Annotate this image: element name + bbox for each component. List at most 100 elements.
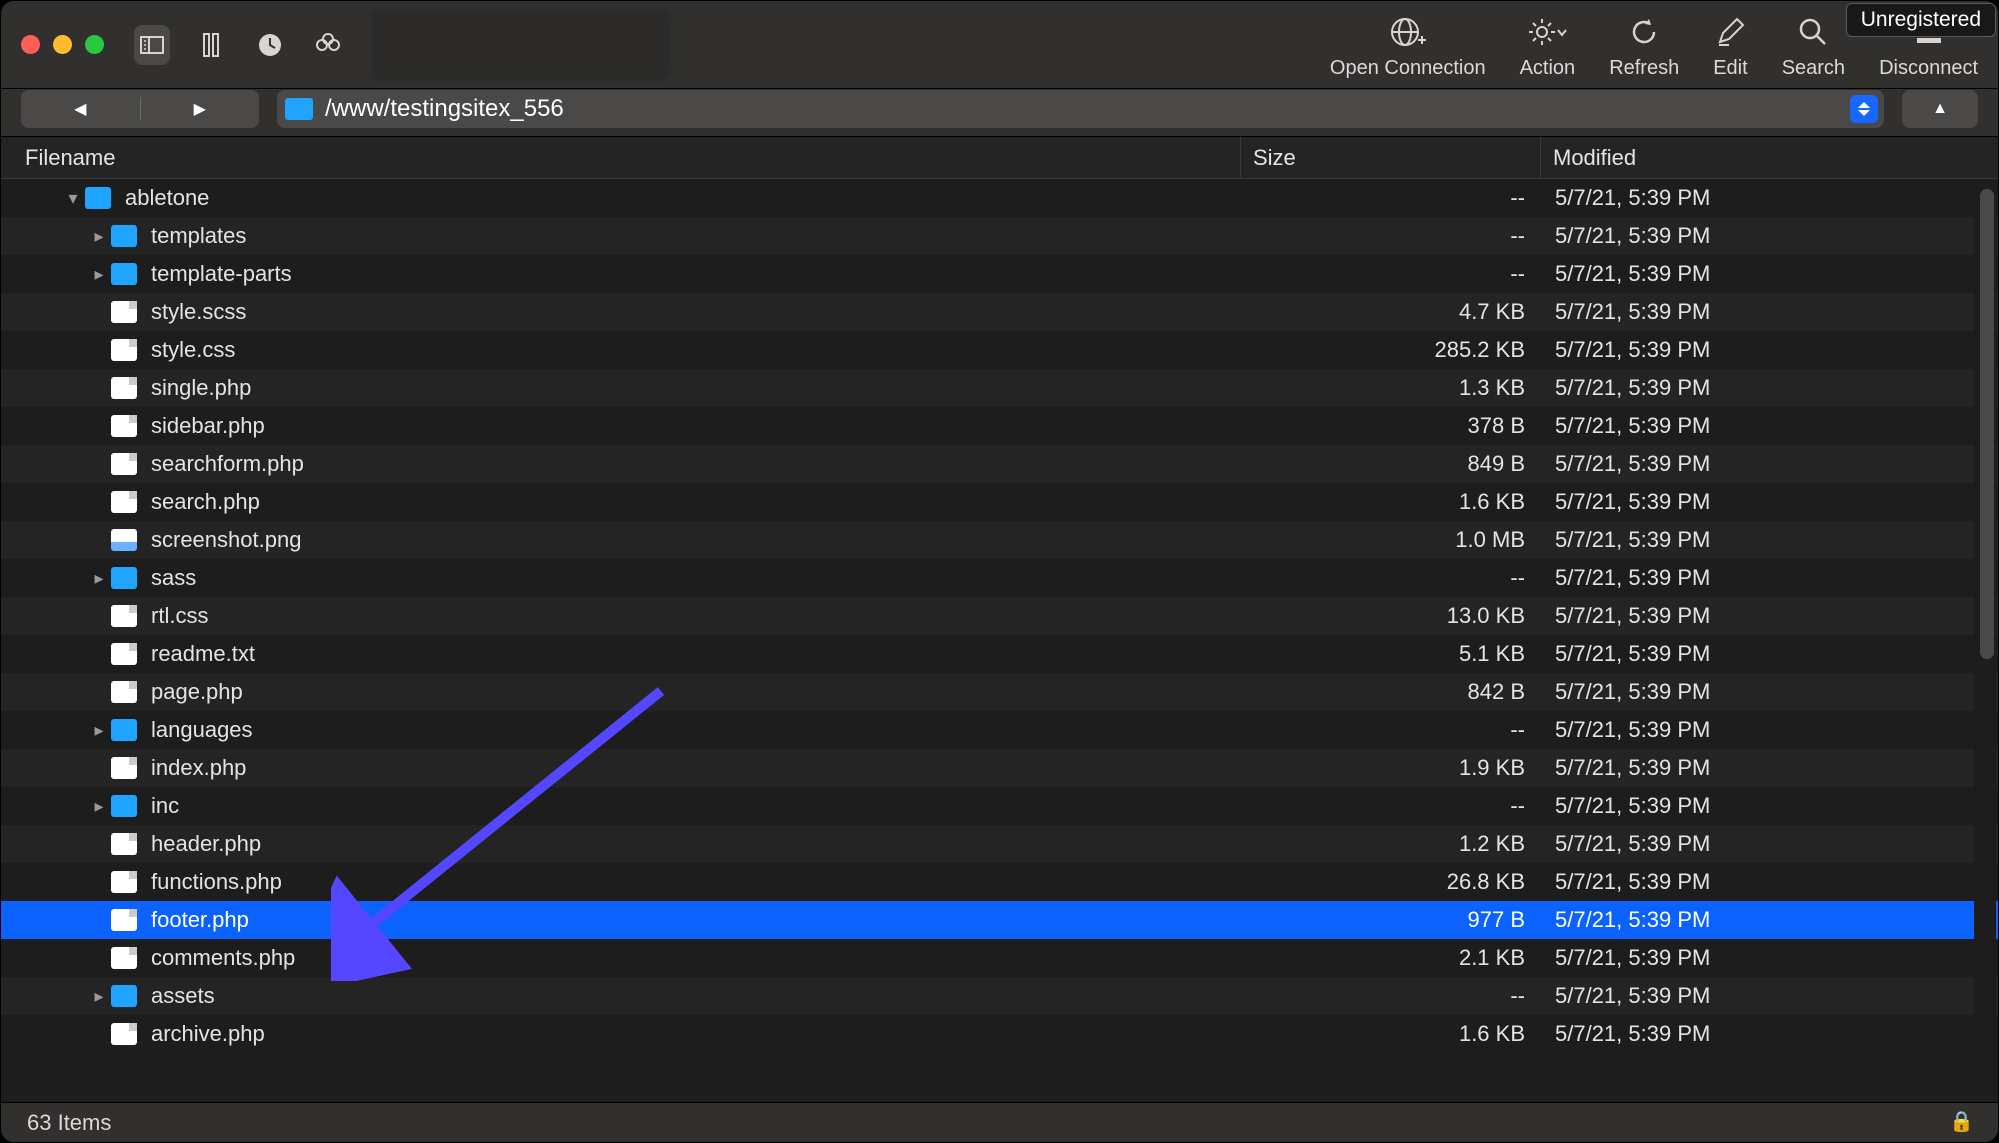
disclosure-chevron-icon[interactable]: ▸ (87, 226, 111, 247)
disclosure-chevron-icon[interactable]: ▾ (61, 188, 85, 209)
file-icon (111, 377, 137, 399)
refresh-button[interactable]: Refresh (1609, 15, 1679, 80)
disclosure-chevron-icon[interactable]: ▸ (87, 264, 111, 285)
file-row[interactable]: ▸header.php1.2 KB5/7/21, 5:39 PM (1, 825, 1998, 863)
file-row[interactable]: ▸footer.php977 B5/7/21, 5:39 PM (1, 901, 1998, 939)
disclosure-chevron-icon[interactable]: ▸ (87, 568, 111, 589)
image-file-icon (111, 529, 137, 551)
file-size: 2.1 KB (1241, 945, 1541, 971)
sidebar-toggle-segment[interactable] (134, 25, 170, 65)
go-up-button[interactable]: ▲ (1902, 90, 1978, 128)
edit-label: Edit (1713, 57, 1747, 80)
status-bar: 63 Items 🔒 (1, 1102, 1998, 1142)
path-field[interactable]: /www/testingsitex_556 (277, 90, 1884, 128)
action-button[interactable]: Action (1520, 15, 1576, 80)
path-text: /www/testingsitex_556 (325, 95, 564, 123)
file-name: readme.txt (151, 641, 255, 667)
history-icon[interactable] (252, 27, 288, 63)
disclosure-chevron-icon[interactable]: ▸ (87, 986, 111, 1007)
open-connection-button[interactable]: Open Connection (1330, 15, 1486, 80)
disclosure-chevron-icon[interactable]: ▸ (87, 720, 111, 741)
minimize-window-button[interactable] (53, 35, 72, 54)
item-count: 63 Items (27, 1110, 111, 1136)
search-button[interactable]: Search (1782, 15, 1845, 80)
file-row[interactable]: ▸languages--5/7/21, 5:39 PM (1, 711, 1998, 749)
file-name: page.php (151, 679, 243, 705)
file-row[interactable]: ▸assets--5/7/21, 5:39 PM (1, 977, 1998, 1015)
file-name: inc (151, 793, 179, 819)
folder-icon (285, 98, 313, 120)
file-row[interactable]: ▸style.css285.2 KB5/7/21, 5:39 PM (1, 331, 1998, 369)
file-size: 5.1 KB (1241, 641, 1541, 667)
file-name: sass (151, 565, 196, 591)
file-modified: 5/7/21, 5:39 PM (1541, 793, 1851, 819)
close-window-button[interactable] (21, 35, 40, 54)
file-modified: 5/7/21, 5:39 PM (1541, 261, 1851, 287)
file-size: -- (1241, 983, 1541, 1009)
file-row[interactable]: ▾abletone--5/7/21, 5:39 PM (1, 179, 1998, 217)
file-size: 1.2 KB (1241, 831, 1541, 857)
file-modified: 5/7/21, 5:39 PM (1541, 603, 1851, 629)
file-row[interactable]: ▸page.php842 B5/7/21, 5:39 PM (1, 673, 1998, 711)
path-dropdown-icon[interactable] (1850, 95, 1878, 123)
disclosure-chevron-icon[interactable]: ▸ (87, 796, 111, 817)
zoom-window-button[interactable] (85, 35, 104, 54)
file-row[interactable]: ▸rtl.css13.0 KB5/7/21, 5:39 PM (1, 597, 1998, 635)
file-modified: 5/7/21, 5:39 PM (1541, 337, 1851, 363)
file-name: searchform.php (151, 451, 304, 477)
nav-forward-button[interactable]: ▶ (141, 99, 260, 119)
disconnect-label: Disconnect (1879, 57, 1978, 80)
file-name: style.css (151, 337, 235, 363)
file-size: -- (1241, 793, 1541, 819)
title-redacted (372, 9, 670, 81)
file-icon (111, 605, 137, 627)
file-name: comments.php (151, 945, 295, 971)
file-icon (111, 871, 137, 893)
file-row[interactable]: ▸style.scss4.7 KB5/7/21, 5:39 PM (1, 293, 1998, 331)
file-row[interactable]: ▸templates--5/7/21, 5:39 PM (1, 217, 1998, 255)
file-size: 1.6 KB (1241, 1021, 1541, 1047)
file-icon (111, 833, 137, 855)
file-modified: 5/7/21, 5:39 PM (1541, 565, 1851, 591)
file-icon (111, 301, 137, 323)
file-row[interactable]: ▸comments.php2.1 KB5/7/21, 5:39 PM (1, 939, 1998, 977)
app-window: Unregistered Op (0, 0, 1999, 1143)
edit-button[interactable]: Edit (1713, 15, 1747, 80)
folder-icon (111, 263, 137, 285)
file-row[interactable]: ▸functions.php26.8 KB5/7/21, 5:39 PM (1, 863, 1998, 901)
file-size: 1.0 MB (1241, 527, 1541, 553)
search-icon (1798, 15, 1828, 49)
column-modified[interactable]: Modified (1541, 137, 1998, 178)
file-row[interactable]: ▸readme.txt5.1 KB5/7/21, 5:39 PM (1, 635, 1998, 673)
file-name: screenshot.png (151, 527, 301, 553)
bookmarks-icon[interactable] (194, 27, 230, 63)
nav-back-button[interactable]: ◀ (21, 99, 140, 119)
file-icon (111, 1023, 137, 1045)
scrollbar-thumb[interactable] (1980, 189, 1994, 659)
file-icon (111, 757, 137, 779)
file-row[interactable]: ▸searchform.php849 B5/7/21, 5:39 PM (1, 445, 1998, 483)
bonjour-icon[interactable] (310, 27, 346, 63)
file-row[interactable]: ▸screenshot.png1.0 MB5/7/21, 5:39 PM (1, 521, 1998, 559)
column-size[interactable]: Size (1241, 137, 1541, 178)
file-list[interactable]: ▾abletone--5/7/21, 5:39 PM▸templates--5/… (1, 179, 1998, 1104)
file-modified: 5/7/21, 5:39 PM (1541, 717, 1851, 743)
file-modified: 5/7/21, 5:39 PM (1541, 679, 1851, 705)
file-icon (111, 947, 137, 969)
file-name: archive.php (151, 1021, 265, 1047)
file-icon (111, 339, 137, 361)
file-row[interactable]: ▸sidebar.php378 B5/7/21, 5:39 PM (1, 407, 1998, 445)
file-row[interactable]: ▸archive.php1.6 KB5/7/21, 5:39 PM (1, 1015, 1998, 1053)
file-row[interactable]: ▸template-parts--5/7/21, 5:39 PM (1, 255, 1998, 293)
file-row[interactable]: ▸single.php1.3 KB5/7/21, 5:39 PM (1, 369, 1998, 407)
file-row[interactable]: ▸search.php1.6 KB5/7/21, 5:39 PM (1, 483, 1998, 521)
file-row[interactable]: ▸ inc --5/7/21, 5:39 PM (1, 787, 1998, 825)
toolbar: Open Connection Action Refresh Edit (1, 1, 1998, 89)
file-row[interactable]: ▸index.php1.9 KB5/7/21, 5:39 PM (1, 749, 1998, 787)
column-filename[interactable]: Filename (1, 137, 1241, 178)
file-name: functions.php (151, 869, 282, 895)
file-name: single.php (151, 375, 251, 401)
history-nav: ◀ ▶ (21, 90, 259, 128)
file-row[interactable]: ▸sass--5/7/21, 5:39 PM (1, 559, 1998, 597)
search-label: Search (1782, 57, 1845, 80)
